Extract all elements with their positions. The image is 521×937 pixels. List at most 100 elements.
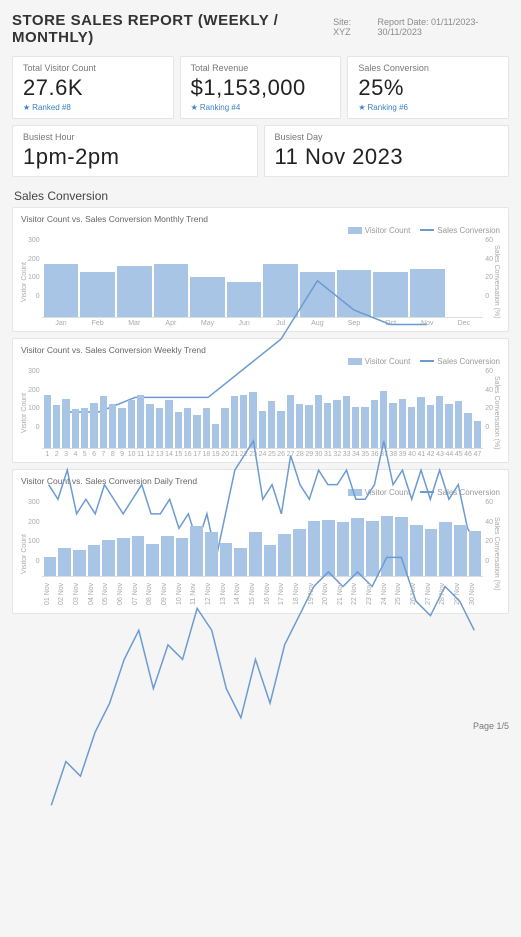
bar [117, 538, 130, 577]
bar [109, 404, 116, 448]
card-busiest-hour: Busiest Hour 1pm-2pm [12, 125, 258, 177]
bar [184, 408, 191, 448]
star-icon: ★ [191, 103, 198, 112]
report-date: Report Date: 01/11/2023-30/11/2023 [377, 17, 509, 37]
x-tick-label: 21 Nov [337, 579, 350, 609]
bar [337, 270, 372, 317]
x-tick-label: Sep [337, 320, 372, 327]
bar [190, 277, 225, 317]
x-tick-label: 28 Nov [439, 579, 452, 609]
bar [395, 517, 408, 576]
bar [439, 522, 452, 576]
x-tick-label: 18 [203, 451, 210, 458]
x-tick-label: 46 [464, 451, 471, 458]
bar [165, 400, 172, 448]
bar [454, 525, 467, 576]
legend-swatch-line [420, 360, 434, 362]
card-rank: ★Ranking #6 [358, 103, 498, 112]
x-tick-label: May [190, 320, 225, 327]
bar [474, 421, 481, 448]
y-axis-label-left: Visitor Count [21, 262, 28, 302]
bar [293, 529, 306, 576]
bar [425, 529, 438, 576]
card-revenue: Total Revenue $1,153,000 ★Ranking #4 [180, 56, 342, 119]
x-tick-label: 19 Nov [308, 579, 321, 609]
x-tick-label: 32 [333, 451, 340, 458]
x-tick-label: 6 [90, 451, 97, 458]
x-tick-label: 29 [305, 451, 312, 458]
x-tick-label: 13 [156, 451, 163, 458]
bar [102, 540, 115, 576]
bar [73, 550, 86, 576]
x-tick-label: 26 Nov [410, 579, 423, 609]
x-tick-label: 7 [100, 451, 107, 458]
bar [231, 396, 238, 448]
x-tick-label: 07 Nov [132, 579, 145, 609]
bar [287, 395, 294, 448]
x-tick-label: 30 [315, 451, 322, 458]
bar [373, 272, 408, 317]
bar [263, 264, 298, 317]
x-tick-label: 23 Nov [366, 579, 379, 609]
bar [343, 396, 350, 448]
y-axis-label-left: Visitor Count [21, 534, 28, 574]
x-tick-label: 24 Nov [381, 579, 394, 609]
x-tick-label: 03 Nov [73, 579, 86, 609]
x-tick-label: 40 [408, 451, 415, 458]
bar [58, 548, 71, 576]
x-tick-label: 12 Nov [205, 579, 218, 609]
bar [44, 264, 79, 317]
card-value: 25% [358, 75, 498, 101]
x-tick-label: 15 [175, 451, 182, 458]
x-tick-label: 01 Nov [44, 579, 57, 609]
bar [315, 395, 322, 448]
star-icon: ★ [23, 103, 30, 112]
card-busiest-day: Busiest Day 11 Nov 2023 [264, 125, 510, 177]
bar [445, 404, 452, 448]
bar [80, 272, 115, 317]
x-tick-label: Mar [117, 320, 152, 327]
bar [469, 531, 482, 576]
x-tick-label: 17 [193, 451, 200, 458]
legend-swatch-bar [348, 489, 362, 496]
x-tick-label: 5 [81, 451, 88, 458]
bar [62, 399, 69, 448]
bar [44, 395, 51, 448]
legend-swatch-bar [348, 358, 362, 365]
x-tick-label: Jul [263, 320, 298, 327]
bar [308, 521, 321, 576]
chart-area: Visitor Count300200100001 Nov02 Nov03 No… [21, 499, 500, 609]
card-value: $1,153,000 [191, 75, 331, 101]
bar [100, 396, 107, 448]
bar [352, 407, 359, 448]
card-value: 27.6K [23, 75, 163, 101]
bar [381, 516, 394, 576]
x-tick-label: 25 [268, 451, 275, 458]
bar [118, 408, 125, 448]
x-tick-label: 3 [62, 451, 69, 458]
chart-legend: Visitor CountSales Conversion [21, 357, 500, 366]
bars-container [42, 499, 484, 577]
x-tick-label: 11 Nov [190, 579, 203, 609]
x-tick-label: 14 Nov [234, 579, 247, 609]
chart-title: Visitor Count vs. Sales Conversion Month… [21, 214, 500, 224]
bar [322, 520, 335, 576]
chart-panel: Visitor Count vs. Sales Conversion Weekl… [12, 338, 509, 463]
x-tick-label: 17 Nov [278, 579, 291, 609]
x-tick-label: 29 Nov [454, 579, 467, 609]
chart-title: Visitor Count vs. Sales Conversion Daily… [21, 476, 500, 486]
bar [305, 405, 312, 448]
x-tick-label: 25 Nov [395, 579, 408, 609]
bar [156, 408, 163, 448]
x-tick-label: 15 Nov [249, 579, 262, 609]
x-tick-label: 08 Nov [146, 579, 159, 609]
bar [240, 395, 247, 448]
x-tick-label: 43 [436, 451, 443, 458]
x-tick-label: 10 Nov [176, 579, 189, 609]
bar [278, 534, 291, 576]
bars-container [42, 368, 484, 449]
bar [417, 397, 424, 448]
bar [117, 266, 152, 317]
x-tick-label: 35 [361, 451, 368, 458]
bar [408, 407, 415, 448]
